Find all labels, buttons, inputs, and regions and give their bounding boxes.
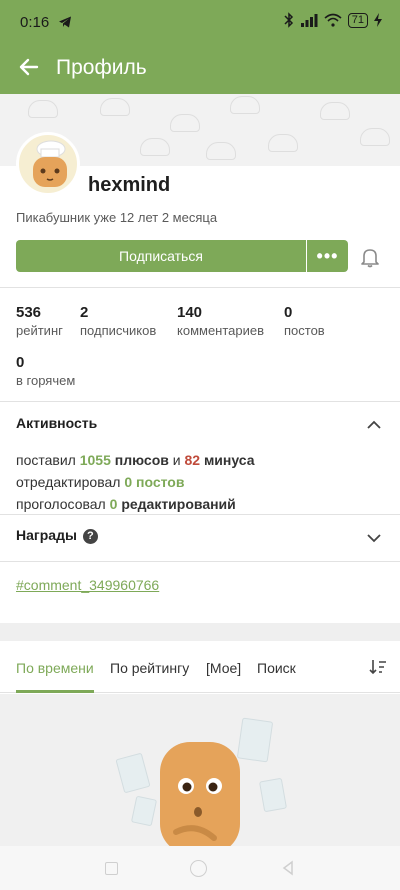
comment-link[interactable]: #comment_349960766 xyxy=(16,577,159,593)
sort-icon[interactable] xyxy=(368,657,388,677)
tab-mine[interactable]: [Мое] xyxy=(206,660,241,676)
active-tab-indicator xyxy=(16,690,94,693)
status-icons: 71 xyxy=(284,12,382,28)
stat-value: 536 xyxy=(16,304,42,321)
tab-by-time[interactable]: По времени xyxy=(16,660,94,676)
stat-hot[interactable]: 0 в горячем xyxy=(16,354,75,388)
cover-pattern xyxy=(140,138,170,156)
cover-pattern xyxy=(268,134,298,152)
awards-label: Награды xyxy=(16,527,77,543)
back-arrow-icon[interactable] xyxy=(16,54,42,80)
divider xyxy=(0,287,400,288)
plus-word: плюсов xyxy=(114,452,169,468)
stat-label: комментариев xyxy=(177,323,265,338)
stat-subscribers[interactable]: 2 подписчиков xyxy=(80,304,156,338)
more-button[interactable]: ••• xyxy=(307,240,348,272)
activity-edit-votes: проголосовал 0 редактирований xyxy=(16,496,236,512)
subscribe-button[interactable]: Подписаться xyxy=(16,240,306,272)
bell-icon[interactable] xyxy=(359,246,381,268)
telegram-icon xyxy=(59,16,71,28)
stat-value: 0 xyxy=(284,304,293,321)
empty-state-illustration xyxy=(115,717,287,846)
recent-apps-icon[interactable] xyxy=(105,862,118,875)
signal-icon xyxy=(300,14,318,27)
activity-text: и xyxy=(172,452,181,468)
status-time: 0:16 xyxy=(20,14,50,31)
cover-pattern xyxy=(170,114,200,132)
cover-pattern xyxy=(320,102,350,120)
divider xyxy=(0,514,400,515)
bluetooth-icon xyxy=(284,12,293,28)
chevron-up-icon[interactable] xyxy=(364,415,384,435)
username: hexmind xyxy=(88,174,171,196)
cover-pattern xyxy=(230,96,260,114)
divider xyxy=(0,401,400,402)
activity-text: проголосовал xyxy=(16,496,106,512)
minus-count: 82 xyxy=(184,452,201,468)
activity-votes: поставил 1055 плюсов и 82 минуса xyxy=(16,452,255,468)
avatar-image xyxy=(33,140,67,187)
wifi-icon xyxy=(324,13,342,27)
member-since: Пикабушник уже 12 лет 2 месяца xyxy=(16,210,218,225)
stat-rating: 536 рейтинг xyxy=(16,304,63,338)
home-icon[interactable] xyxy=(190,860,207,877)
sort-tabs: По времени По рейтингу [Мое] Поиск xyxy=(0,641,400,693)
battery-icon: 71 xyxy=(347,12,368,28)
edit-votes-count: 0 xyxy=(109,496,118,512)
stat-label: постов xyxy=(284,323,325,338)
system-nav-bar xyxy=(0,846,400,890)
stat-label: в горячем xyxy=(16,373,76,388)
section-gap xyxy=(0,623,400,641)
activity-edits: отредактировал 0 постов xyxy=(16,474,184,490)
divider xyxy=(0,561,400,562)
app-bar: Профиль xyxy=(0,44,400,94)
tab-search[interactable]: Поиск xyxy=(257,660,296,676)
awards-title[interactable]: Награды? xyxy=(16,527,98,544)
cover-pattern xyxy=(100,98,130,116)
stat-value: 140 xyxy=(177,304,203,321)
page-title: Профиль xyxy=(56,56,147,79)
more-dots-icon: ••• xyxy=(316,245,339,266)
charging-icon xyxy=(374,13,382,27)
cover-pattern xyxy=(28,100,58,118)
avatar[interactable] xyxy=(16,132,80,196)
minus-word: минуса xyxy=(203,452,255,468)
cover-pattern xyxy=(360,128,390,146)
activity-text: отредактировал xyxy=(16,474,121,490)
tab-by-rating[interactable]: По рейтингу xyxy=(110,660,189,676)
stat-comments[interactable]: 140 комментариев xyxy=(177,304,264,338)
stat-value: 2 xyxy=(80,304,89,321)
plus-count: 1055 xyxy=(79,452,111,468)
stat-label: подписчиков xyxy=(80,323,157,338)
back-nav-icon[interactable] xyxy=(280,860,296,876)
empty-state xyxy=(0,694,400,846)
status-bar: 0:16 71 xyxy=(0,0,400,44)
help-icon[interactable]: ? xyxy=(82,529,98,544)
stat-value: 0 xyxy=(16,354,25,371)
edited-posts-count: 0 постов xyxy=(124,474,185,490)
stat-label: рейтинг xyxy=(16,323,63,338)
activity-text: редактирований xyxy=(121,496,236,512)
activity-text: поставил xyxy=(16,452,76,468)
chevron-down-icon[interactable] xyxy=(364,528,384,548)
stat-posts[interactable]: 0 постов xyxy=(284,304,325,338)
activity-title[interactable]: Активность xyxy=(16,415,97,431)
cover-pattern xyxy=(206,142,236,160)
